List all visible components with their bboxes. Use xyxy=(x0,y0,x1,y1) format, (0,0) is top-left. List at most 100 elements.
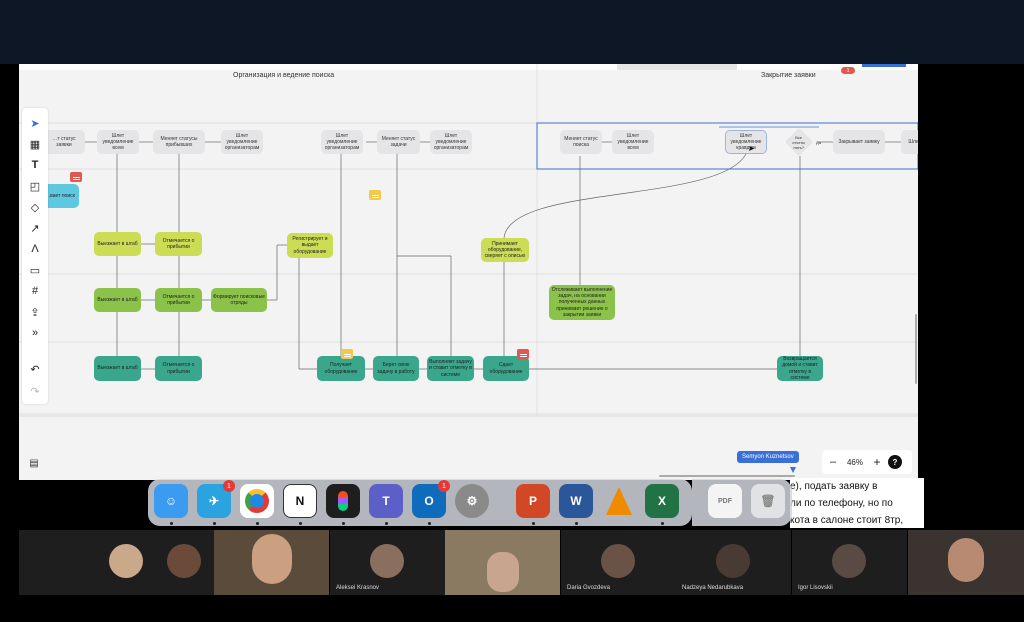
whiteboard-canvas[interactable]: Организация и ведение поиска Закрытие за… xyxy=(19,64,918,480)
node-return-home[interactable]: Возвращается домой и ставит отметку в си… xyxy=(777,356,823,381)
telegram-icon[interactable]: ✈ 1 xyxy=(197,480,235,518)
node-notify-organizers-3[interactable]: Шлет уведомление организаторам xyxy=(430,130,472,154)
system-settings-icon[interactable]: ⚙ xyxy=(455,484,489,518)
figma-icon[interactable] xyxy=(326,484,360,518)
telegram-badge: 1 xyxy=(223,480,235,492)
trash-icon[interactable]: 🗑 xyxy=(751,484,785,518)
node-check-in-3[interactable]: Отмечается о прибытии xyxy=(155,356,202,381)
panel-toggle-icon[interactable]: ▤ xyxy=(27,457,41,469)
node-notify-cut[interactable]: Шле… xyxy=(901,130,918,154)
comment-tool-icon[interactable]: ▭ xyxy=(26,261,44,279)
template-tool-icon[interactable]: ▦ xyxy=(26,135,44,153)
node-track-tasks[interactable]: Отслеживает выполнение задач, на основан… xyxy=(549,285,615,320)
comments-count-badge[interactable]: 1 xyxy=(841,67,855,74)
participant-tile[interactable]: Igor Lisovskii xyxy=(792,530,907,595)
select-tool-icon[interactable]: ➤ xyxy=(26,114,44,132)
node-change-search-status[interactable]: Меняет статус поиска xyxy=(560,130,602,154)
node-notify-organizers[interactable]: Шлет уведомление организаторам xyxy=(221,130,263,154)
node-form-search-teams[interactable]: Формирует поисковые отряды xyxy=(211,288,267,312)
redo-icon[interactable]: ↷ xyxy=(26,382,44,400)
powerpoint-icon[interactable]: P xyxy=(516,484,550,518)
node-notify-all-2[interactable]: Шлет уведомление всем xyxy=(612,130,654,154)
more-tools-icon[interactable]: » xyxy=(26,324,44,342)
horizontal-scrollbar[interactable] xyxy=(659,475,795,477)
frame-tool-icon[interactable]: # xyxy=(26,282,44,300)
node-close-request[interactable]: Закрывает заявку xyxy=(833,130,885,154)
node-notify-all[interactable]: Шлет уведомление всем xyxy=(97,130,139,154)
node-take-task[interactable]: Берет свою задачу в работу xyxy=(373,356,419,381)
share-button[interactable] xyxy=(862,64,906,67)
participant-tile[interactable]: Nadzeya Nedarubkava xyxy=(676,530,791,595)
running-indicator xyxy=(170,522,173,525)
vlc-icon[interactable] xyxy=(602,484,636,518)
running-indicator xyxy=(575,522,578,525)
pdf-file-icon[interactable]: PDF xyxy=(708,484,742,518)
zoom-controls: – 46% + ? xyxy=(822,450,912,474)
participant-tile[interactable]: Aleksei Krasnov xyxy=(330,530,445,595)
connector-tool-icon[interactable]: ↗ xyxy=(26,219,44,237)
participant-avatar xyxy=(601,544,635,578)
undo-icon[interactable]: ↶ xyxy=(26,360,44,378)
zoom-out-button[interactable]: – xyxy=(822,456,844,468)
node-receive-equipment[interactable]: Получает оборудование xyxy=(317,356,365,381)
participant-name: Aleksei Krasnov xyxy=(336,585,380,591)
running-indicator xyxy=(299,522,302,525)
notion-icon[interactable]: N xyxy=(283,484,317,518)
node-change-arrived-status[interactable]: Меняет статусы прибывших xyxy=(153,130,205,154)
comment-icon[interactable] xyxy=(70,172,82,182)
node-check-in-2[interactable]: Отмечается о прибытии xyxy=(155,288,202,312)
node-notify-crowds[interactable]: Шлет уведомление кравдам xyxy=(725,130,767,154)
node-go-to-hq-3[interactable]: Выезжает в штаб xyxy=(94,356,141,381)
running-indicator xyxy=(342,522,345,525)
lane-title-close: Закрытие заявки xyxy=(761,72,816,79)
shapes-tool-icon[interactable]: ◇ xyxy=(26,198,44,216)
sticky-note-tool-icon[interactable]: ◰ xyxy=(26,177,44,195)
running-indicator xyxy=(428,522,431,525)
node-accept-equipment[interactable]: Принимает оборудование, сверяет с описью xyxy=(481,238,529,262)
running-indicator xyxy=(256,522,259,525)
node-check-in-1[interactable]: Отмечается о прибытии xyxy=(155,232,202,256)
node-go-to-hq-2[interactable]: Выезжает в штаб xyxy=(94,288,141,312)
decision-label: Все отчеты лить? xyxy=(792,134,806,150)
node-return-equipment[interactable]: Сдает оборудование xyxy=(483,356,529,381)
participant-avatar xyxy=(109,544,143,578)
word-icon[interactable]: W xyxy=(559,484,593,518)
participant-tile[interactable] xyxy=(214,530,329,595)
zoom-in-button[interactable]: + xyxy=(866,455,888,469)
participant-tile[interactable]: Daria Gvozdeva xyxy=(561,530,676,595)
left-toolbar: ➤ ▦ T ◰ ◇ ↗ Ʌ ▭ # ⇪ » ↶ ↷ xyxy=(22,108,48,404)
excel-icon[interactable]: X xyxy=(645,484,679,518)
pen-tool-icon[interactable]: Ʌ xyxy=(26,240,44,258)
vertical-scrollbar[interactable] xyxy=(915,314,917,384)
comment-icon[interactable] xyxy=(517,349,529,359)
chrome-icon[interactable] xyxy=(240,484,274,518)
text-tool-icon[interactable]: T xyxy=(26,156,44,174)
node-notify-organizers-2[interactable]: Шлет уведомление организаторам xyxy=(321,130,363,154)
lane-title-search: Организация и ведение поиска xyxy=(233,72,335,79)
participant-avatar xyxy=(167,544,201,578)
participant-tile[interactable] xyxy=(908,530,1024,595)
outlook-badge: 1 xyxy=(438,480,450,492)
participant-avatar xyxy=(716,544,750,578)
running-indicator xyxy=(532,522,535,525)
participant-tile[interactable] xyxy=(19,530,214,595)
finder-icon[interactable]: ☺ xyxy=(154,484,188,518)
participant-tile[interactable] xyxy=(445,530,560,595)
node-go-to-hq-1[interactable]: Выезжает в штаб xyxy=(94,232,141,256)
help-button[interactable]: ? xyxy=(888,455,902,469)
upload-tool-icon[interactable]: ⇪ xyxy=(26,303,44,321)
node-complete-task[interactable]: Выполняет задачу и ставит отметку в сист… xyxy=(427,356,474,381)
teams-icon[interactable]: T xyxy=(369,484,403,518)
node-change-task-status[interactable]: Меняет статус задачи xyxy=(377,130,420,154)
zoom-level: 46% xyxy=(846,457,863,467)
grid-lines xyxy=(19,64,918,417)
node-register-equipment[interactable]: Регистрирует и выдает оборудование xyxy=(287,233,333,258)
window-top-bar xyxy=(0,0,1024,64)
comment-icon[interactable] xyxy=(369,190,381,200)
mouse-cursor-icon: ➤ xyxy=(748,144,755,153)
outlook-icon[interactable]: O1 xyxy=(412,480,450,518)
comment-icon[interactable] xyxy=(341,349,353,359)
node-change-request-status[interactable]: …т статус заявки xyxy=(43,130,85,154)
running-indicator xyxy=(661,522,664,525)
right-dark-strip xyxy=(918,64,1024,530)
